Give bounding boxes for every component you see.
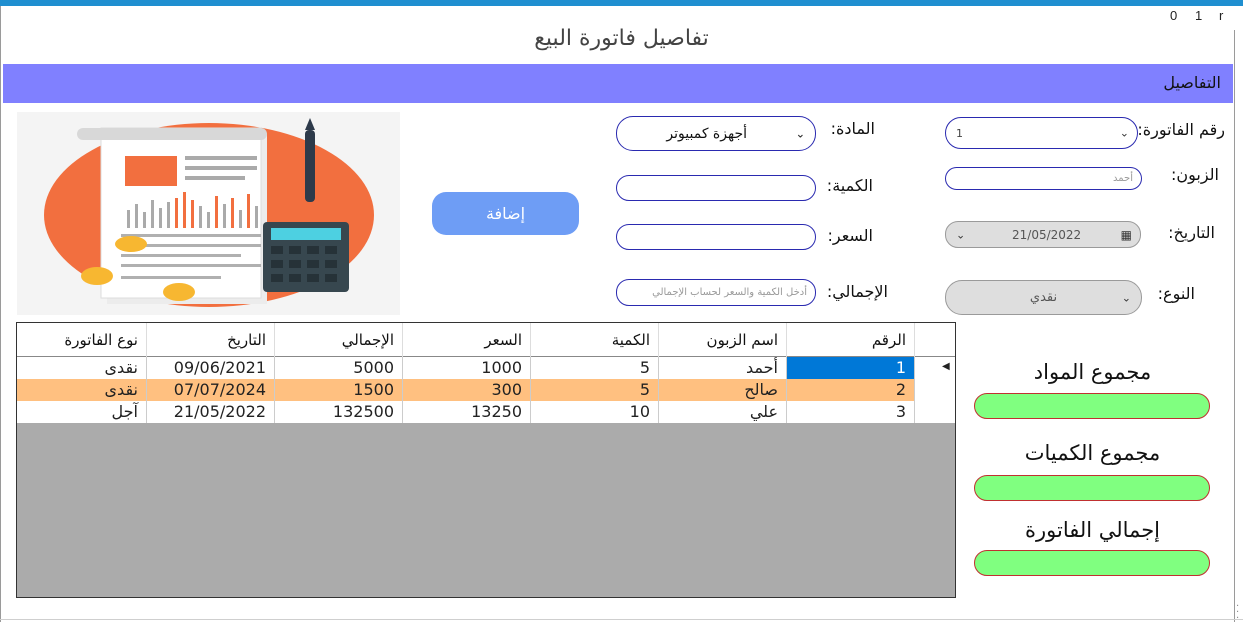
date-label: التاريخ: xyxy=(1168,223,1215,242)
row-header[interactable] xyxy=(915,401,955,423)
cell-date[interactable]: 07/07/2024 xyxy=(147,379,275,401)
header-invoice-type[interactable]: نوع الفاتورة xyxy=(17,323,147,357)
cell-price[interactable]: 1000 xyxy=(403,357,531,379)
header-price[interactable]: السعر xyxy=(403,323,531,357)
quantities-total-field[interactable] xyxy=(974,475,1210,501)
price-label: السعر: xyxy=(827,226,873,245)
cell-invoice-type[interactable]: نقدى xyxy=(17,379,147,401)
total-label: الإجمالي: xyxy=(826,282,888,301)
cell-customer-name[interactable]: أحمد xyxy=(659,357,787,379)
cell-quantity[interactable]: 5 xyxy=(531,379,659,401)
section-label: التفاصيل xyxy=(1163,73,1221,92)
total-input[interactable]: أدخل الكمية والسعر لحساب الإجمالي xyxy=(616,279,816,306)
cell-price[interactable]: 13250 xyxy=(403,401,531,423)
invoice-number-select[interactable]: 1 ⌄ xyxy=(945,117,1138,149)
close-button[interactable]: r xyxy=(1219,8,1223,23)
items-total-label: مجموع المواد xyxy=(1033,360,1152,384)
table-row[interactable]: 3 علي 10 13250 132500 21/05/2022 آجل xyxy=(17,401,955,423)
calendar-icon[interactable]: ▦ xyxy=(1121,228,1132,242)
quantities-total-label: مجموع الكميات xyxy=(1024,441,1161,465)
date-value: 21/05/2022 xyxy=(1012,227,1082,242)
items-total-field[interactable] xyxy=(974,393,1210,419)
cell-total[interactable]: 132500 xyxy=(275,401,403,423)
invoice-total-label: إجمالي الفاتورة xyxy=(1024,518,1161,542)
total-placeholder: أدخل الكمية والسعر لحساب الإجمالي xyxy=(652,287,807,298)
cell-quantity[interactable]: 5 xyxy=(531,357,659,379)
page-title: تفاصيل فاتورة البيع xyxy=(534,26,709,51)
header-quantity[interactable]: الكمية xyxy=(531,323,659,357)
customer-placeholder: أحمد xyxy=(1113,173,1133,184)
material-label: المادة: xyxy=(830,119,875,138)
window-border-right xyxy=(1234,30,1235,622)
chevron-down-icon: ⌄ xyxy=(1121,291,1131,304)
row-header[interactable] xyxy=(915,379,955,401)
add-button[interactable]: إضافة xyxy=(432,192,579,235)
cell-number[interactable]: 2 xyxy=(787,379,915,401)
header-customer-name[interactable]: اسم الزبون xyxy=(659,323,787,357)
invoice-total-field[interactable] xyxy=(974,550,1210,576)
invoice-number-value: 1 xyxy=(956,126,963,140)
invoice-table[interactable]: الرقم اسم الزبون الكمية السعر الإجمالي ا… xyxy=(16,322,956,598)
invoice-number-label: رقم الفاتورة: xyxy=(1137,120,1225,139)
customer-label: الزبون: xyxy=(1170,165,1219,184)
cell-customer-name[interactable]: علي xyxy=(659,401,787,423)
cell-date[interactable]: 09/06/2021 xyxy=(147,357,275,379)
table-row[interactable]: 1 أحمد 5 1000 5000 09/06/2021 نقدى ◀ xyxy=(17,357,955,379)
quantity-label: الكمية: xyxy=(826,176,873,195)
type-select[interactable]: نقدي ⌄ xyxy=(945,280,1142,315)
price-input[interactable] xyxy=(616,224,816,250)
window-top-strip xyxy=(0,0,1243,6)
chevron-down-icon: ⌄ xyxy=(956,228,966,241)
type-value: نقدي xyxy=(1029,290,1058,305)
date-picker[interactable]: ⌄ 21/05/2022 ▦ xyxy=(945,221,1141,248)
cell-invoice-type[interactable]: آجل xyxy=(17,401,147,423)
header-total[interactable]: الإجمالي xyxy=(275,323,403,357)
header-number[interactable]: الرقم xyxy=(787,323,915,357)
cell-total[interactable]: 1500 xyxy=(275,379,403,401)
cell-quantity[interactable]: 10 xyxy=(531,401,659,423)
resize-grip-icon[interactable]: · · · xyxy=(1236,602,1239,622)
chevron-down-icon: ⌄ xyxy=(1119,126,1129,140)
material-select[interactable]: أجهزة كمبيوتر ⌄ xyxy=(616,116,816,151)
material-value: أجهزة كمبيوتر xyxy=(666,125,747,142)
window-border-left xyxy=(0,6,1,622)
chevron-down-icon: ⌄ xyxy=(795,127,805,140)
window-border-bottom xyxy=(0,619,1243,620)
cell-date[interactable]: 21/05/2022 xyxy=(147,401,275,423)
maximize-button[interactable]: 1 xyxy=(1195,8,1202,23)
cell-customer-name[interactable]: صالح xyxy=(659,379,787,401)
cell-invoice-type[interactable]: نقدى xyxy=(17,357,147,379)
row-header[interactable]: ◀ xyxy=(915,357,955,379)
header-date[interactable]: التاريخ xyxy=(147,323,275,357)
table-row[interactable]: 2 صالح 5 300 1500 07/07/2024 نقدى xyxy=(17,379,955,401)
cell-total[interactable]: 5000 xyxy=(275,357,403,379)
cell-number[interactable]: 1 xyxy=(787,357,915,379)
cell-number[interactable]: 3 xyxy=(787,401,915,423)
quantity-input[interactable] xyxy=(616,175,816,201)
cell-price[interactable]: 300 xyxy=(403,379,531,401)
details-section-header: التفاصيل xyxy=(3,64,1233,103)
minimize-button[interactable]: 0 xyxy=(1170,8,1177,23)
customer-input[interactable]: أحمد xyxy=(945,167,1142,190)
table-header-row: الرقم اسم الزبون الكمية السعر الإجمالي ا… xyxy=(17,323,955,357)
row-pointer-icon: ◀ xyxy=(942,361,950,372)
type-label: النوع: xyxy=(1157,284,1195,303)
invoice-illustration xyxy=(17,112,400,315)
